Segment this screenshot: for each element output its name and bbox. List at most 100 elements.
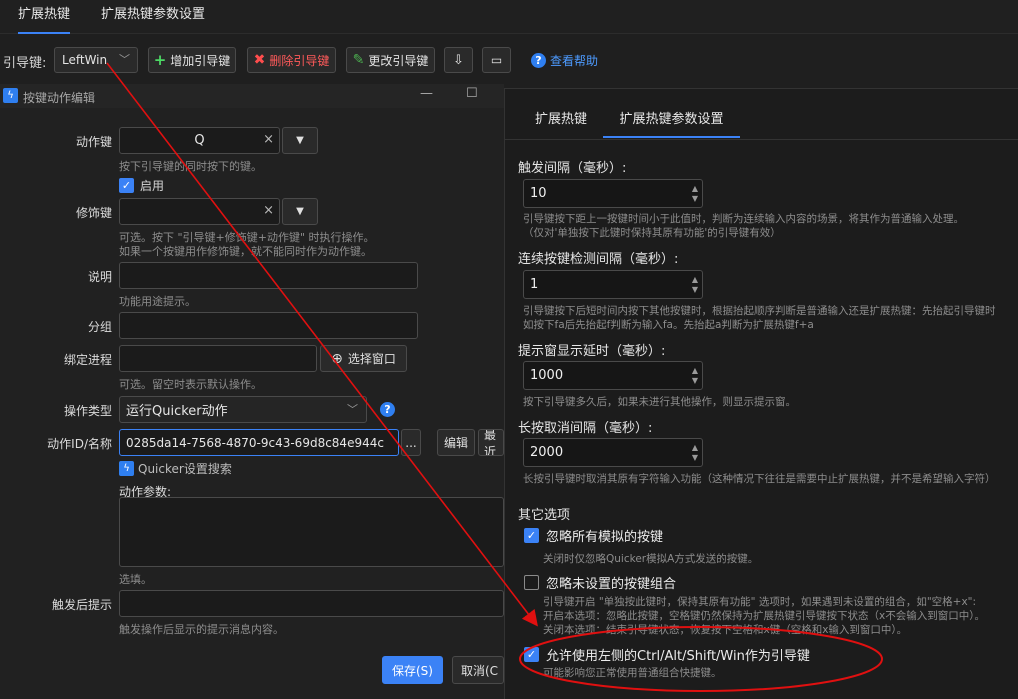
- ignore-unset-desc-3: 关闭本选项：结束引导键状态，恢复按下空格和x键（空格和x输入到窗口中）。: [543, 624, 908, 636]
- quicker-settings-label: Quicker设置搜索: [138, 462, 232, 476]
- delete-guide-key-button[interactable]: ✖ 删除引导键: [247, 47, 336, 73]
- check-icon: ✓: [524, 528, 539, 543]
- check-icon: ✓: [524, 647, 539, 662]
- ignore-unset-checkbox[interactable]: 忽略未设置的按键组合: [524, 573, 676, 592]
- panel-tab-divider: [504, 139, 1018, 140]
- action-key-field[interactable]: Q ×: [119, 127, 280, 154]
- op-type-value: 运行Quicker动作: [126, 404, 228, 419]
- add-guide-key-label: 增加引导键: [170, 53, 231, 68]
- longpress-hint: 长按引导键时取消其原有字符输入功能（这种情况下往往是需要中止扩展热键，并不是希望…: [523, 473, 996, 485]
- dialog-title: 按键动作编辑: [23, 91, 96, 105]
- folder-icon: ▭: [490, 53, 503, 67]
- triangle-down-icon: ▼: [296, 135, 304, 146]
- delete-guide-key-label: 删除引导键: [269, 53, 330, 68]
- more-button[interactable]: ...: [401, 429, 421, 456]
- cancel-button[interactable]: 取消(C: [452, 656, 504, 684]
- tab-extended-hotkeys[interactable]: 扩展热键: [18, 0, 71, 34]
- description-hint: 功能用途提示。: [119, 295, 196, 308]
- process-hint: 可选。留空时表示默认操作。: [119, 378, 262, 391]
- ignore-unset-desc-2: 开启本选项：忽略此按键，空格键仍然保持为扩展热键引导键按下状态（x不会输入到窗口…: [543, 610, 985, 622]
- detect-value: 1: [530, 277, 539, 292]
- guide-key-label: 引导键:: [3, 56, 47, 71]
- import-button[interactable]: ⇩: [444, 47, 473, 73]
- description-field[interactable]: [119, 262, 418, 289]
- choose-window-button[interactable]: ⊕ 选择窗口: [320, 345, 407, 372]
- longpress-value: 2000: [530, 445, 564, 460]
- interval-hint-1: 引导键按下距上一按键时间小于此值时，判断为连续输入内容的场景，将其作为普通输入处…: [523, 213, 964, 225]
- action-id-field[interactable]: 0285da14-7568-4870-9c43-69d8c84e944c: [119, 429, 399, 456]
- delay-label: 提示窗显示延时（毫秒）:: [518, 344, 666, 359]
- tab-hotkey-settings[interactable]: 扩展热键参数设置: [101, 0, 205, 34]
- chevron-down-icon: ﹀: [119, 53, 130, 66]
- allow-left-modifiers-label: 允许使用左侧的Ctrl/Alt/Shift/Win作为引导键: [546, 649, 810, 664]
- action-id-value: 0285da14-7568-4870-9c43-69d8c84e944c: [126, 435, 384, 450]
- dialog-titlebar: ϟ 按键动作编辑 — ☐: [0, 84, 504, 108]
- delay-hint: 按下引导键多久后，如果未进行其他操作，则显示提示窗。: [523, 396, 796, 408]
- spinner-icon[interactable]: ▲ ▼: [692, 275, 698, 295]
- allow-left-modifiers-desc: 可能影响您正常使用普通组合快捷键。: [543, 667, 722, 679]
- ignore-simulated-label: 忽略所有模拟的按键: [546, 530, 664, 545]
- detect-label: 连续按键检测间隔（毫秒）:: [518, 252, 679, 267]
- help-link[interactable]: ? 查看帮助: [531, 52, 598, 69]
- ignore-simulated-checkbox[interactable]: ✓ 忽略所有模拟的按键: [524, 526, 663, 545]
- choose-window-label: 选择窗口: [347, 352, 396, 366]
- edit-guide-key-button[interactable]: ✎ 更改引导键: [346, 47, 435, 73]
- interval-input[interactable]: 10 ▲ ▼: [523, 179, 703, 208]
- detect-input[interactable]: 1 ▲ ▼: [523, 270, 703, 299]
- quicker-settings-link[interactable]: ϟ Quicker设置搜索: [119, 460, 232, 477]
- longpress-input[interactable]: 2000 ▲ ▼: [523, 438, 703, 467]
- save-button[interactable]: 保存(S): [382, 656, 443, 684]
- quicker-app-icon: ϟ: [3, 88, 18, 103]
- interval-value: 10: [530, 186, 547, 201]
- interval-label: 触发间隔（毫秒）:: [518, 161, 627, 176]
- ignore-simulated-desc: 关闭时仅忽略Quicker模拟A方式发送的按键。: [543, 553, 759, 565]
- guide-key-select[interactable]: LeftWin ﹀: [54, 47, 138, 73]
- enable-checkbox[interactable]: ✓ 启用: [119, 177, 164, 194]
- help-icon: ?: [531, 53, 546, 68]
- check-icon: ✓: [119, 178, 134, 193]
- import-icon: ⇩: [453, 52, 464, 68]
- after-trigger-field[interactable]: [119, 590, 504, 617]
- spinner-icon[interactable]: ▲ ▼: [692, 443, 698, 463]
- clear-icon[interactable]: ×: [263, 203, 274, 218]
- panel-tab-settings[interactable]: 扩展热键参数设置: [603, 108, 740, 138]
- maximize-button[interactable]: ☐: [466, 86, 478, 101]
- ignore-unset-label: 忽略未设置的按键组合: [546, 577, 677, 592]
- longpress-label: 长按取消间隔（毫秒）:: [518, 421, 653, 436]
- crosshair-icon: ⊕: [331, 350, 343, 367]
- edit-action-button[interactable]: 编辑: [437, 429, 475, 456]
- action-key-dropdown[interactable]: ▼: [282, 127, 318, 154]
- plus-icon: +: [153, 51, 167, 69]
- group-label: 分组: [87, 320, 112, 334]
- clear-icon[interactable]: ×: [263, 132, 274, 147]
- toolbar: 引导键: LeftWin ﹀ + 增加引导键 ✖ 删除引导键 ✎ 更改引导键 ⇩…: [0, 40, 1018, 80]
- params-textarea[interactable]: [119, 497, 504, 567]
- allow-left-modifiers-checkbox[interactable]: ✓ 允许使用左侧的Ctrl/Alt/Shift/Win作为引导键: [524, 645, 810, 664]
- panel-tab-hotkeys[interactable]: 扩展热键: [535, 108, 587, 138]
- other-options-label: 其它选项: [518, 508, 571, 523]
- spinner-icon[interactable]: ▲ ▼: [692, 184, 698, 204]
- action-key-hint: 按下引导键的同时按下的键。: [119, 160, 262, 173]
- spinner-icon[interactable]: ▲ ▼: [692, 366, 698, 386]
- delete-icon: ✖: [253, 52, 266, 68]
- delay-value: 1000: [530, 368, 564, 383]
- group-field[interactable]: [119, 312, 418, 339]
- action-id-label: 动作ID/名称: [47, 437, 112, 451]
- detect-hint-2: 如按下fa后先抬起f判断为输入fa。先抬起a判断为扩展热键f+a: [523, 319, 814, 331]
- modifier-field[interactable]: ×: [119, 198, 280, 225]
- detect-hint-1: 引导键按下后短时间内按下其他按键时，根据抬起顺序判断是普通输入还是扩展热键：先抬…: [523, 305, 996, 317]
- open-folder-button[interactable]: ▭: [482, 47, 511, 73]
- modifier-hint-2: 如果一个按键用作修饰键，就不能同时作为动作键。: [119, 245, 372, 258]
- op-type-select[interactable]: 运行Quicker动作 ﹀: [119, 396, 367, 423]
- pencil-icon: ✎: [352, 52, 365, 68]
- delay-input[interactable]: 1000 ▲ ▼: [523, 361, 703, 390]
- edit-guide-key-label: 更改引导键: [368, 53, 429, 68]
- process-field[interactable]: [119, 345, 317, 372]
- op-type-help-icon[interactable]: ?: [380, 402, 395, 417]
- interval-hint-2: （仅对'单独按下此键时保持其原有功能'的引导键有效）: [523, 227, 781, 239]
- minimize-button[interactable]: —: [420, 86, 433, 101]
- recent-button[interactable]: 最近: [478, 429, 504, 456]
- modifier-dropdown[interactable]: ▼: [282, 198, 318, 225]
- triangle-down-icon: ▼: [296, 206, 304, 217]
- add-guide-key-button[interactable]: + 增加引导键: [148, 47, 236, 73]
